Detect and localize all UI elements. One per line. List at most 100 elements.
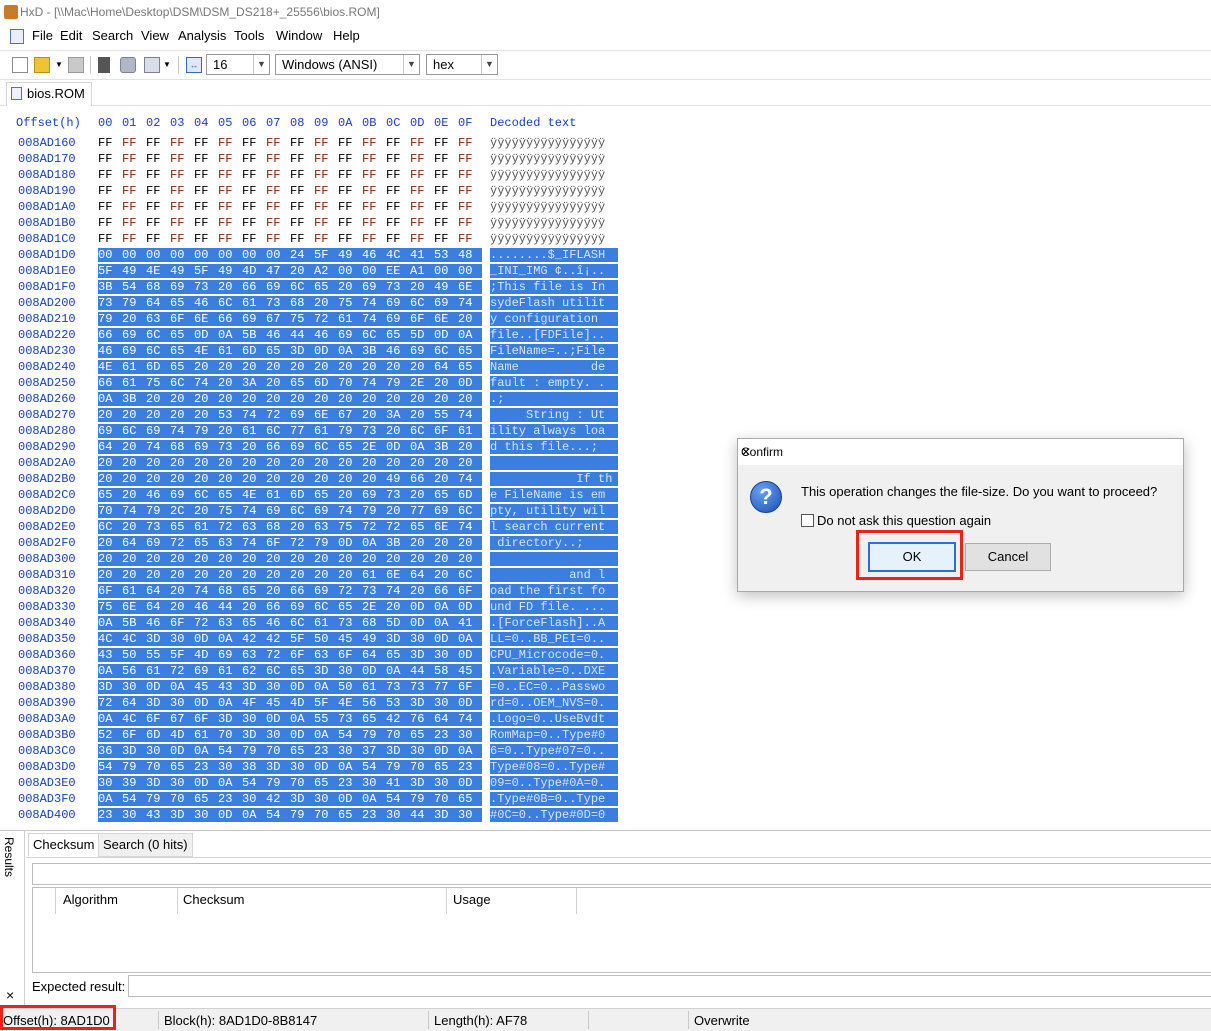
hex-byte[interactable]: 69 [146, 536, 170, 550]
hex-byte[interactable]: 20 [242, 600, 266, 614]
hex-byte[interactable]: 20 [146, 568, 170, 582]
hex-byte[interactable]: 20 [290, 520, 314, 534]
tab-search[interactable]: Search (0 hits) [98, 833, 193, 857]
hex-row[interactable]: 008AD3D0 54 79 70 65 23 30 38 3D 30 0D 0A 54 79 70 65 23… [0, 760, 640, 776]
hex-byte[interactable]: 65 [362, 712, 386, 726]
status-mode[interactable]: Overwrite [694, 1013, 750, 1028]
hex-byte[interactable]: 68 [218, 584, 242, 598]
hex-byte[interactable]: 00 [434, 264, 458, 278]
hex-row[interactable]: 008AD270 20 20 20 20 20 53 74 72 69 6E 67 20 3A 20 55 74… [0, 408, 640, 424]
hex-byte[interactable]: 46 [314, 328, 338, 342]
hex-byte[interactable]: 54 [98, 760, 122, 774]
hex-byte[interactable]: 74 [458, 712, 482, 726]
hex-byte[interactable]: 3D [266, 760, 290, 774]
hex-byte[interactable]: 66 [434, 584, 458, 598]
hex-row[interactable]: 008AD360 43 50 55 5F 4D 69 63 72 6F 63 6F 64 65 3D 30 0D… [0, 648, 640, 664]
hex-byte[interactable]: 66 [410, 472, 434, 486]
hex-byte[interactable]: 54 [266, 808, 290, 822]
hex-byte[interactable]: 77 [434, 680, 458, 694]
hex-byte[interactable]: 3A [242, 376, 266, 390]
hex-byte[interactable]: FF [434, 200, 458, 214]
hex-byte[interactable]: FF [266, 136, 290, 150]
hex-byte[interactable]: 2E [362, 440, 386, 454]
hex-byte[interactable]: 75 [338, 520, 362, 534]
hex-byte[interactable]: FF [194, 216, 218, 230]
hex-byte[interactable]: 63 [314, 520, 338, 534]
hex-byte[interactable]: 61 [146, 664, 170, 678]
hex-byte[interactable]: 20 [410, 488, 434, 502]
hex-row[interactable]: 008AD2E0 6C 20 73 65 61 72 63 68 20 63 75 72 72 65 6E 74… [0, 520, 640, 536]
hex-byte[interactable]: FF [314, 232, 338, 246]
column-algorithm[interactable]: Algorithm [63, 892, 118, 907]
hex-byte[interactable]: 5F [314, 696, 338, 710]
hex-byte[interactable]: 4C [122, 632, 146, 646]
hex-byte[interactable]: 3B [98, 280, 122, 294]
hex-byte[interactable]: 20 [290, 456, 314, 470]
hex-byte[interactable]: 30 [170, 776, 194, 790]
hex-row[interactable]: 008AD3C0 36 3D 30 0D 0A 54 79 70 65 23 30 37 3D 30 0D 0A… [0, 744, 640, 760]
hex-byte[interactable]: 73 [266, 296, 290, 310]
hex-byte[interactable]: 6D [146, 360, 170, 374]
hex-byte[interactable]: FF [98, 216, 122, 230]
hex-byte[interactable]: 65 [338, 600, 362, 614]
hex-byte[interactable]: 20 [458, 312, 482, 326]
hex-byte[interactable]: 53 [434, 248, 458, 262]
hex-byte[interactable]: 6F [194, 712, 218, 726]
hex-byte[interactable]: 6F [458, 584, 482, 598]
hex-byte[interactable]: FF [338, 200, 362, 214]
hex-byte[interactable]: 23 [218, 792, 242, 806]
decoded-text[interactable]: FileName=..;File [490, 344, 618, 358]
hex-byte[interactable]: 74 [362, 296, 386, 310]
hex-byte[interactable]: 30 [218, 760, 242, 774]
hex-byte[interactable]: 46 [98, 344, 122, 358]
hex-row[interactable]: 008AD180 FF FF FF FF FF FF FF FF FF FF FF FF FF FF FF FF… [0, 168, 640, 184]
decoded-text[interactable]: CPU_Microcode=0. [490, 648, 618, 662]
hex-byte[interactable]: 0D [290, 728, 314, 742]
hex-byte[interactable]: 20 [194, 552, 218, 566]
decoded-text[interactable]: ÿÿÿÿÿÿÿÿÿÿÿÿÿÿÿÿ [490, 152, 618, 166]
hex-byte[interactable]: 00 [194, 248, 218, 262]
hex-byte[interactable]: 6C [266, 424, 290, 438]
hex-byte[interactable]: 00 [170, 248, 194, 262]
hex-byte[interactable]: 61 [122, 376, 146, 390]
hex-byte[interactable]: 20 [458, 440, 482, 454]
hex-byte[interactable]: 54 [386, 792, 410, 806]
hex-byte[interactable]: 20 [290, 264, 314, 278]
hex-byte[interactable]: 20 [314, 296, 338, 310]
hex-byte[interactable]: 20 [290, 472, 314, 486]
hex-byte[interactable]: 79 [290, 808, 314, 822]
hex-row[interactable]: 008AD300 20 20 20 20 20 20 20 20 20 20 20 20 20 20 20 20 [0, 552, 640, 568]
hex-byte[interactable]: 6E [458, 280, 482, 294]
hex-byte[interactable]: 61 [338, 312, 362, 326]
hex-byte[interactable]: 6C [194, 488, 218, 502]
hex-byte[interactable]: 20 [314, 360, 338, 374]
hex-byte[interactable]: 79 [386, 760, 410, 774]
hex-byte[interactable]: 20 [194, 472, 218, 486]
decoded-text[interactable]: String : Ut [490, 408, 618, 422]
hex-byte[interactable]: 20 [290, 360, 314, 374]
hex-byte[interactable]: 0D [410, 616, 434, 630]
hex-byte[interactable]: 3A [386, 408, 410, 422]
hex-byte[interactable]: 5D [386, 616, 410, 630]
hex-byte[interactable]: 0D [290, 680, 314, 694]
hex-row[interactable]: 008AD390 72 64 3D 30 0D 0A 4F 45 4D 5F 4E 56 53 3D 30 0D… [0, 696, 640, 712]
hex-byte[interactable]: 61 [242, 296, 266, 310]
hex-byte[interactable]: 72 [218, 520, 242, 534]
chevron-down-icon[interactable]: ▼ [162, 57, 172, 73]
hex-byte[interactable]: 0D [458, 600, 482, 614]
hex-byte[interactable]: 6D [314, 376, 338, 390]
hex-byte[interactable]: 47 [266, 264, 290, 278]
hex-byte[interactable]: 6D [242, 344, 266, 358]
hex-byte[interactable]: 66 [218, 312, 242, 326]
hex-byte[interactable]: 6C [146, 344, 170, 358]
hex-byte[interactable]: 56 [362, 696, 386, 710]
hex-row[interactable]: 008AD320 6F 61 64 20 74 68 65 20 66 69 72 73 74 20 66 6F… [0, 584, 640, 600]
hex-byte[interactable]: FF [242, 168, 266, 182]
hex-byte[interactable]: 20 [122, 440, 146, 454]
hex-byte[interactable]: FF [122, 168, 146, 182]
hex-byte[interactable]: 65 [170, 344, 194, 358]
hex-byte[interactable]: 61 [362, 680, 386, 694]
hex-row[interactable]: 008AD250 66 61 75 6C 74 20 3A 20 65 6D 70 74 79 2E 20 0D… [0, 376, 640, 392]
hex-row[interactable]: 008AD1A0 FF FF FF FF FF FF FF FF FF FF FF FF FF FF FF FF… [0, 200, 640, 216]
hex-byte[interactable]: 63 [314, 648, 338, 662]
